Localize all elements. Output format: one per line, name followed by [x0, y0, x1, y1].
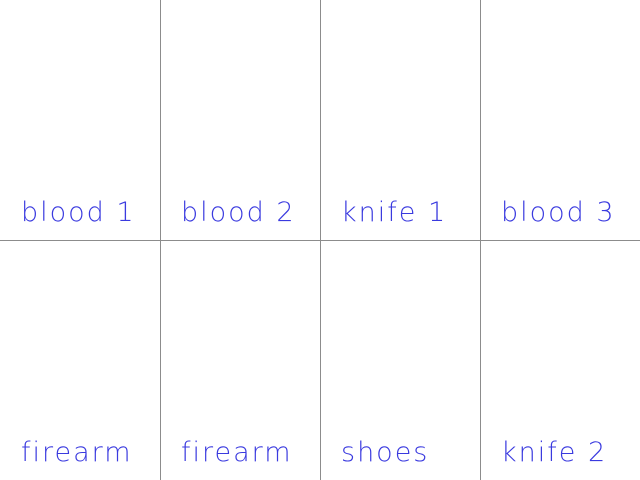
evidence-grid: blood 1 blood 2 knife 1 blood 3 firearm … [0, 0, 640, 480]
cell-label: knife 2 [501, 437, 608, 468]
grid-divider-horizontal [0, 240, 640, 241]
cell-label: blood 2 [181, 197, 296, 228]
cell-label: blood 1 [21, 197, 136, 228]
cell-label: firearm [21, 437, 133, 468]
grid-cell-blood-2[interactable]: blood 2 [160, 0, 320, 240]
grid-cell-blood-1[interactable]: blood 1 [0, 0, 160, 240]
grid-cell-shoes[interactable]: shoes [320, 240, 480, 480]
grid-cell-firearm-2[interactable]: firearm [160, 240, 320, 480]
grid-cell-blood-3[interactable]: blood 3 [480, 0, 640, 240]
cell-label: shoes [341, 437, 430, 468]
grid-cell-firearm-1[interactable]: firearm [0, 240, 160, 480]
grid-cell-knife-2[interactable]: knife 2 [480, 240, 640, 480]
cell-label: knife 1 [341, 197, 448, 228]
cell-label: blood 3 [501, 197, 616, 228]
cell-label: firearm [181, 437, 293, 468]
grid-cell-knife-1[interactable]: knife 1 [320, 0, 480, 240]
